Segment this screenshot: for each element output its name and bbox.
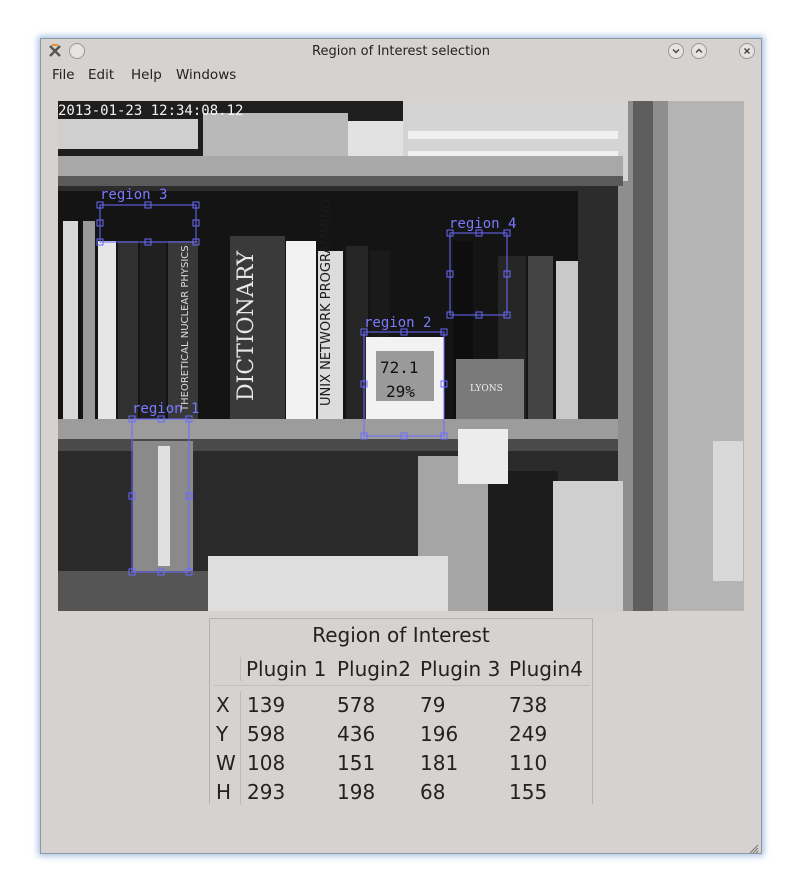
minimize-icon[interactable] <box>668 43 684 59</box>
column-header[interactable]: Plugin4 <box>509 657 583 681</box>
bookshelf-photo: DICTIONARY UNIX NETWORK PROGRAMMING THEO… <box>58 101 744 611</box>
roi-table-title: Region of Interest <box>312 623 490 647</box>
menu-help[interactable]: Help <box>131 67 162 83</box>
menubar: File Edit Help Windows <box>41 65 761 85</box>
row-header[interactable]: H <box>216 780 231 804</box>
maximize-icon[interactable] <box>691 43 707 59</box>
display-humidity: 29% <box>386 382 415 401</box>
table-cell[interactable]: 68 <box>420 780 445 804</box>
window-title: Region of Interest selection <box>312 44 490 59</box>
row-header[interactable]: X <box>216 693 230 717</box>
table-cell[interactable]: 436 <box>337 722 375 746</box>
table-cell[interactable]: 249 <box>509 722 547 746</box>
close-icon[interactable] <box>739 43 755 59</box>
titlebar[interactable]: Region of Interest selection <box>41 39 761 63</box>
resize-grip-icon[interactable] <box>747 839 759 854</box>
column-header[interactable]: Plugin 3 <box>420 657 500 681</box>
region-2-label: region 2 <box>364 315 431 331</box>
book-spine-physics: THEORETICAL NUCLEAR PHYSICS <box>180 245 191 412</box>
book-spine-unix: UNIX NETWORK PROGRAMMING <box>319 199 334 406</box>
table-cell[interactable]: 196 <box>420 722 458 746</box>
table-cell[interactable]: 151 <box>337 751 375 775</box>
table-cell[interactable]: 578 <box>337 693 375 717</box>
camera-view[interactable]: DICTIONARY UNIX NETWORK PROGRAMMING THEO… <box>58 101 744 611</box>
table-cell[interactable]: 155 <box>509 780 547 804</box>
row-header[interactable]: Y <box>216 722 228 746</box>
table-cell[interactable]: 198 <box>337 780 375 804</box>
display-temperature: 72.1 <box>380 358 419 377</box>
book-spine-dictionary: DICTIONARY <box>234 250 259 401</box>
main-window: Region of Interest selection File Edit H… <box>40 38 762 854</box>
menu-edit[interactable]: Edit <box>88 67 114 83</box>
row-header[interactable]: W <box>216 751 236 775</box>
table-cell[interactable]: 108 <box>247 751 285 775</box>
region-1-label: region 1 <box>132 401 199 417</box>
menu-file[interactable]: File <box>52 67 75 83</box>
column-header[interactable]: Plugin 1 <box>246 657 326 681</box>
table-cell[interactable]: 738 <box>509 693 547 717</box>
table-cell[interactable]: 110 <box>509 751 547 775</box>
table-cell[interactable]: 181 <box>420 751 458 775</box>
table-cell[interactable]: 598 <box>247 722 285 746</box>
table-cell[interactable]: 293 <box>247 780 285 804</box>
table-cell[interactable]: 139 <box>247 693 285 717</box>
table-cell[interactable]: 79 <box>420 693 445 717</box>
roi-table: Region of Interest Plugin 1 Plugin2 Plug… <box>209 618 593 805</box>
region-3-label: region 3 <box>100 187 167 203</box>
tin-label: LYONS <box>470 384 503 394</box>
timestamp-overlay: 2013-01-23 12:34:08.12 <box>58 103 243 119</box>
menu-windows[interactable]: Windows <box>176 67 236 83</box>
column-header[interactable]: Plugin2 <box>337 657 411 681</box>
region-4-label: region 4 <box>449 216 516 232</box>
